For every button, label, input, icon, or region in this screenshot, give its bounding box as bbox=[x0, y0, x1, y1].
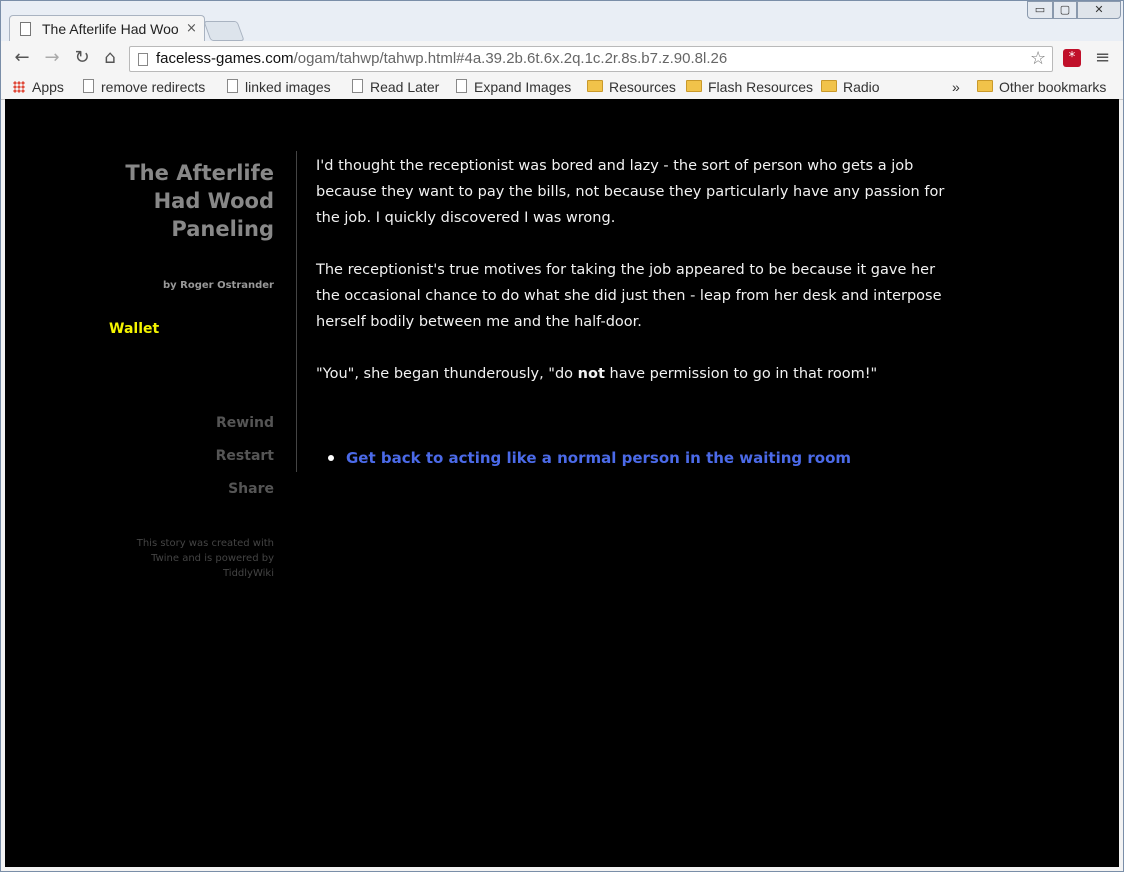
story-page: The Afterlife Had Wood Paneling by Roger… bbox=[5, 99, 1119, 867]
page-icon bbox=[83, 79, 94, 93]
bookmark-star-icon[interactable]: ☆ bbox=[1030, 48, 1046, 69]
bookmarks-bar: Apps remove redirects linked images Read… bbox=[1, 77, 1123, 100]
browser-window: The Afterlife Had Wood Paneling × ▭ ▢ ✕ … bbox=[0, 0, 1124, 872]
credits-line: TiddlyWiki bbox=[223, 568, 274, 579]
bookmark-read-later[interactable]: Read Later bbox=[352, 79, 439, 95]
page-icon bbox=[20, 22, 31, 36]
folder-icon bbox=[977, 80, 993, 92]
folder-icon bbox=[587, 80, 603, 92]
story-passage: I'd thought the receptionist was bored a… bbox=[316, 153, 956, 413]
lastpass-extension-icon[interactable]: * bbox=[1063, 49, 1081, 67]
menu-icon[interactable]: ≡ bbox=[1095, 47, 1110, 68]
bookmark-apps[interactable]: Apps bbox=[13, 79, 64, 95]
bookmark-other-bookmarks[interactable]: Other bookmarks bbox=[977, 79, 1106, 95]
url-text[interactable]: faceless-games.com/ogam/tahwp/tahwp.html… bbox=[156, 50, 727, 67]
new-tab-button[interactable] bbox=[203, 21, 245, 41]
bookmarks-overflow-button[interactable]: » bbox=[952, 79, 960, 95]
page-icon bbox=[227, 79, 238, 93]
bookmark-radio[interactable]: Radio bbox=[821, 79, 880, 95]
forward-icon[interactable]: → bbox=[41, 47, 63, 69]
rewind-link[interactable]: Rewind bbox=[105, 415, 274, 431]
page-icon bbox=[138, 53, 148, 66]
sidebar-divider bbox=[296, 151, 297, 472]
reload-icon[interactable]: ↻ bbox=[71, 47, 93, 69]
page-icon bbox=[352, 79, 363, 93]
story-title-line: The Afterlife bbox=[125, 161, 274, 185]
passage-paragraph: I'd thought the receptionist was bored a… bbox=[316, 158, 945, 226]
restart-link[interactable]: Restart bbox=[105, 448, 274, 464]
story-author: by Roger Ostrander bbox=[163, 280, 274, 291]
browser-tab[interactable]: The Afterlife Had Wood Paneling × bbox=[9, 15, 205, 43]
browser-toolbar: ← → ↻ ⌂ faceless-games.com/ogam/tahwp/ta… bbox=[1, 41, 1123, 77]
wallet-link[interactable]: Wallet bbox=[109, 321, 159, 337]
folder-icon bbox=[686, 80, 702, 92]
bookmark-linked-images[interactable]: linked images bbox=[227, 79, 331, 95]
bullet-icon bbox=[328, 455, 334, 461]
bookmark-flash-resources[interactable]: Flash Resources bbox=[686, 79, 813, 95]
tab-close-icon[interactable]: × bbox=[186, 21, 197, 36]
credits-text: This story was created with Twine and is… bbox=[105, 536, 274, 581]
story-title: The Afterlife Had Wood Paneling bbox=[105, 159, 274, 243]
bookmark-resources[interactable]: Resources bbox=[587, 79, 676, 95]
folder-icon bbox=[821, 80, 837, 92]
tab-title: The Afterlife Had Wood Paneling bbox=[42, 21, 178, 37]
passage-paragraph: The receptionist's true motives for taki… bbox=[316, 262, 942, 330]
story-title-line: Had Wood bbox=[153, 189, 274, 213]
passage-paragraph: "You", she began thunderously, "do not h… bbox=[316, 366, 878, 382]
tab-strip: The Afterlife Had Wood Paneling × ▭ ▢ ✕ bbox=[1, 1, 1123, 43]
maximize-button[interactable]: ▢ bbox=[1053, 1, 1077, 19]
apps-icon bbox=[13, 81, 25, 93]
share-link[interactable]: Share bbox=[105, 481, 274, 497]
credits-line: Twine and is powered by bbox=[151, 553, 274, 564]
bookmark-remove-redirects[interactable]: remove redirects bbox=[83, 79, 205, 95]
home-icon[interactable]: ⌂ bbox=[99, 47, 121, 69]
page-icon bbox=[456, 79, 467, 93]
bookmark-expand-images[interactable]: Expand Images bbox=[456, 79, 571, 95]
choice-link[interactable]: Get back to acting like a normal person … bbox=[346, 449, 851, 467]
back-icon[interactable]: ← bbox=[11, 47, 33, 69]
address-bar[interactable]: faceless-games.com/ogam/tahwp/tahwp.html… bbox=[129, 46, 1053, 72]
credits-line: This story was created with bbox=[136, 538, 274, 549]
close-window-button[interactable]: ✕ bbox=[1077, 1, 1121, 19]
story-title-line: Paneling bbox=[171, 217, 274, 241]
minimize-button[interactable]: ▭ bbox=[1027, 1, 1053, 19]
